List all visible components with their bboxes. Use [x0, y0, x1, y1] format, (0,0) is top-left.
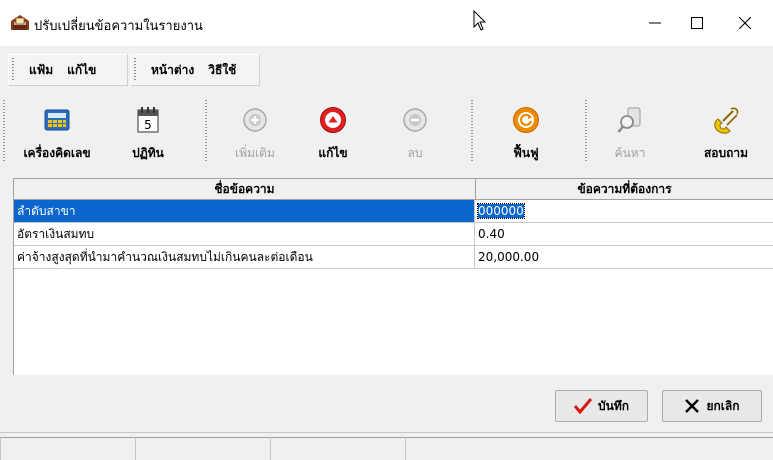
cancel-label: ยกเลิก: [706, 398, 740, 413]
row-value-cell[interactable]: 0.40: [475, 223, 773, 245]
add-icon: [237, 102, 273, 138]
row-value-cell[interactable]: 20,000.00: [475, 246, 773, 268]
toolbar-separator: [205, 100, 211, 162]
menu-window[interactable]: หน้าต่าง: [144, 61, 201, 80]
report-text-window: ปรับเปลี่ยนข้อความในรายงาน แฟ้ม แก้ไข หน…: [0, 0, 773, 460]
row-value-text[interactable]: 000000: [477, 203, 525, 219]
grid-header: ชื่อข้อความ ข้อความที่ต้องการ: [14, 179, 773, 200]
row-value-cell[interactable]: 000000: [475, 200, 773, 222]
calendar-button[interactable]: 5 ปฏิทิน: [118, 98, 178, 164]
column-header-name[interactable]: ชื่อข้อความ: [14, 179, 476, 199]
inquiry-button[interactable]: สอบถาม: [691, 98, 761, 164]
mouse-cursor-icon: [473, 9, 487, 35]
inquiry-label: สอบถาม: [703, 146, 749, 160]
column-header-value[interactable]: ข้อความที่ต้องการ: [475, 179, 773, 199]
grip-handle[interactable]: [12, 58, 18, 82]
menu-group-window: หน้าต่าง วิธีใช้: [130, 54, 260, 86]
checkmark-icon: [574, 398, 592, 414]
edit-icon: [315, 102, 351, 138]
edit-button[interactable]: แก้ไข: [303, 98, 363, 164]
table-row[interactable]: ค่าจ้างสูงสุดที่นำมาคำนวณเงินสมทบไม่เกิน…: [14, 246, 773, 269]
calculator-label: เครื่องคิดเลข: [23, 146, 91, 160]
restore-label: ฟื้นฟู: [513, 146, 539, 160]
row-name-cell[interactable]: ค่าจ้างสูงสุดที่นำมาคำนวณเงินสมทบไม่เกิน…: [14, 246, 475, 268]
edit-label: แก้ไข: [318, 146, 348, 160]
menu-edit[interactable]: แก้ไข: [60, 61, 103, 80]
data-grid[interactable]: ชื่อข้อความ ข้อความที่ต้องการ ลำดับสาขา …: [13, 178, 773, 375]
row-name-cell[interactable]: ลำดับสาขา: [14, 200, 475, 222]
delete-button[interactable]: ลบ: [385, 98, 445, 164]
close-button[interactable]: [722, 0, 768, 46]
save-button[interactable]: บันทึก: [555, 390, 648, 422]
status-bar: [0, 432, 773, 460]
phone-icon: [708, 102, 744, 138]
menu-file[interactable]: แฟ้ม: [22, 61, 60, 80]
calendar-icon: 5: [130, 102, 166, 138]
search-button[interactable]: ค้นหา: [602, 98, 658, 164]
save-label: บันทึก: [598, 398, 629, 413]
title-bar[interactable]: ปรับเปลี่ยนข้อความในรายงาน: [0, 0, 773, 46]
status-pane: [270, 437, 406, 460]
menu-group-file: แฟ้ม แก้ไข: [8, 54, 128, 86]
calendar-day: 5: [144, 118, 152, 132]
calculator-button[interactable]: เครื่องคิดเลข: [18, 98, 96, 164]
calendar-label: ปฏิทิน: [132, 146, 164, 160]
toolbar: เครื่องคิดเลข 5 ปฏิทิน เพิ่มเติม แก้ไข ล…: [0, 92, 773, 172]
restore-button[interactable]: ฟื้นฟู: [496, 98, 556, 164]
cancel-button[interactable]: ยกเลิก: [662, 390, 762, 422]
add-label: เพิ่มเติม: [235, 146, 275, 160]
add-button[interactable]: เพิ่มเติม: [224, 98, 286, 164]
delete-icon: [397, 102, 433, 138]
window-title: ปรับเปลี่ยนข้อความในรายงาน: [34, 19, 203, 34]
search-icon: [612, 102, 648, 138]
maximize-button[interactable]: [674, 0, 720, 46]
minimize-button[interactable]: [632, 0, 678, 46]
calculator-icon: [39, 102, 75, 138]
x-icon: [684, 398, 700, 414]
toolbar-grip[interactable]: [3, 100, 9, 162]
delete-label: ลบ: [407, 146, 423, 160]
toolbar-separator: [471, 100, 477, 162]
status-pane: [0, 437, 136, 460]
app-icon: [10, 13, 30, 31]
menu-bar: แฟ้ม แก้ไข หน้าต่าง วิธีใช้: [0, 46, 773, 92]
toolbar-separator: [585, 100, 591, 162]
status-pane: [405, 437, 773, 460]
restore-icon: [508, 102, 544, 138]
menu-help[interactable]: วิธีใช้: [201, 61, 243, 80]
search-label: ค้นหา: [614, 146, 646, 160]
table-row[interactable]: ลำดับสาขา 000000: [14, 200, 773, 223]
row-name-cell[interactable]: อัตราเงินสมทบ: [14, 223, 475, 245]
status-pane: [135, 437, 271, 460]
table-row[interactable]: อัตราเงินสมทบ 0.40: [14, 223, 773, 246]
grip-handle[interactable]: [134, 58, 140, 82]
